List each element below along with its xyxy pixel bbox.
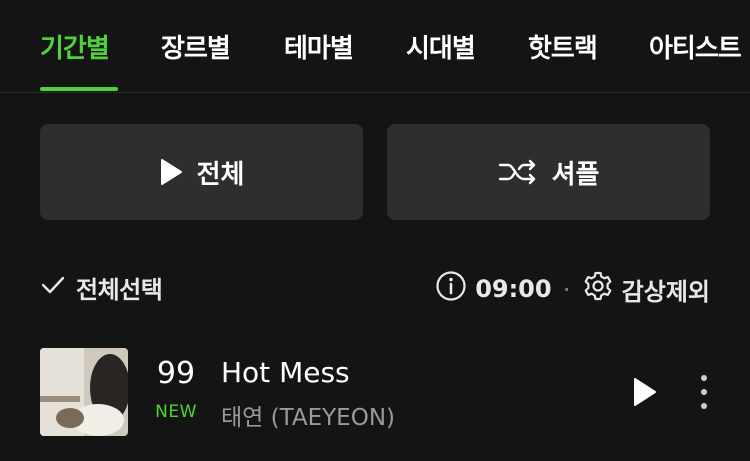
- shuffle-button[interactable]: 셔플: [387, 124, 710, 220]
- rank-number: 99: [156, 356, 196, 391]
- play-all-button[interactable]: 전체: [40, 124, 363, 220]
- select-all-label: 전체선택: [76, 276, 163, 304]
- playback-tools: 09:00 · 감상제외: [435, 270, 710, 308]
- play-icon[interactable]: [632, 376, 658, 412]
- album-art: [40, 348, 128, 436]
- timer-value[interactable]: 09:00: [475, 275, 551, 303]
- tab-artist[interactable]: 아티스트: [649, 28, 742, 65]
- active-tab-indicator: [40, 87, 118, 91]
- tab-genre[interactable]: 장르별: [161, 28, 231, 65]
- info-icon[interactable]: [435, 270, 467, 308]
- artist-name[interactable]: 태연 (TAEYEON): [221, 398, 395, 432]
- more-vertical-icon[interactable]: [698, 374, 710, 410]
- tab-hot-track[interactable]: 핫트랙: [528, 28, 598, 65]
- list-toolbar: 전체선택 09:00 · 감상제외: [40, 270, 710, 310]
- shuffle-icon: [498, 158, 538, 186]
- tab-period[interactable]: 기간별: [40, 28, 110, 65]
- check-icon: [40, 274, 66, 302]
- list-item[interactable]: 99 NEW Hot Mess 태연 (TAEYEON): [40, 348, 710, 436]
- gear-icon[interactable]: [582, 270, 614, 308]
- play-all-label: 전체: [196, 159, 245, 190]
- song-title[interactable]: Hot Mess: [221, 356, 350, 389]
- separator-dot: ·: [563, 279, 570, 299]
- category-tabs: 기간별 장르별 테마별 시대별 핫트랙 아티스트: [0, 0, 750, 93]
- new-badge: NEW: [155, 402, 197, 422]
- exclude-label[interactable]: 감상제외: [622, 272, 710, 307]
- tab-era[interactable]: 시대별: [406, 28, 476, 65]
- play-icon: [159, 158, 183, 186]
- tab-theme[interactable]: 테마별: [284, 28, 354, 65]
- select-all-button[interactable]: 전체선택: [40, 270, 163, 305]
- shuffle-label: 셔플: [551, 159, 600, 190]
